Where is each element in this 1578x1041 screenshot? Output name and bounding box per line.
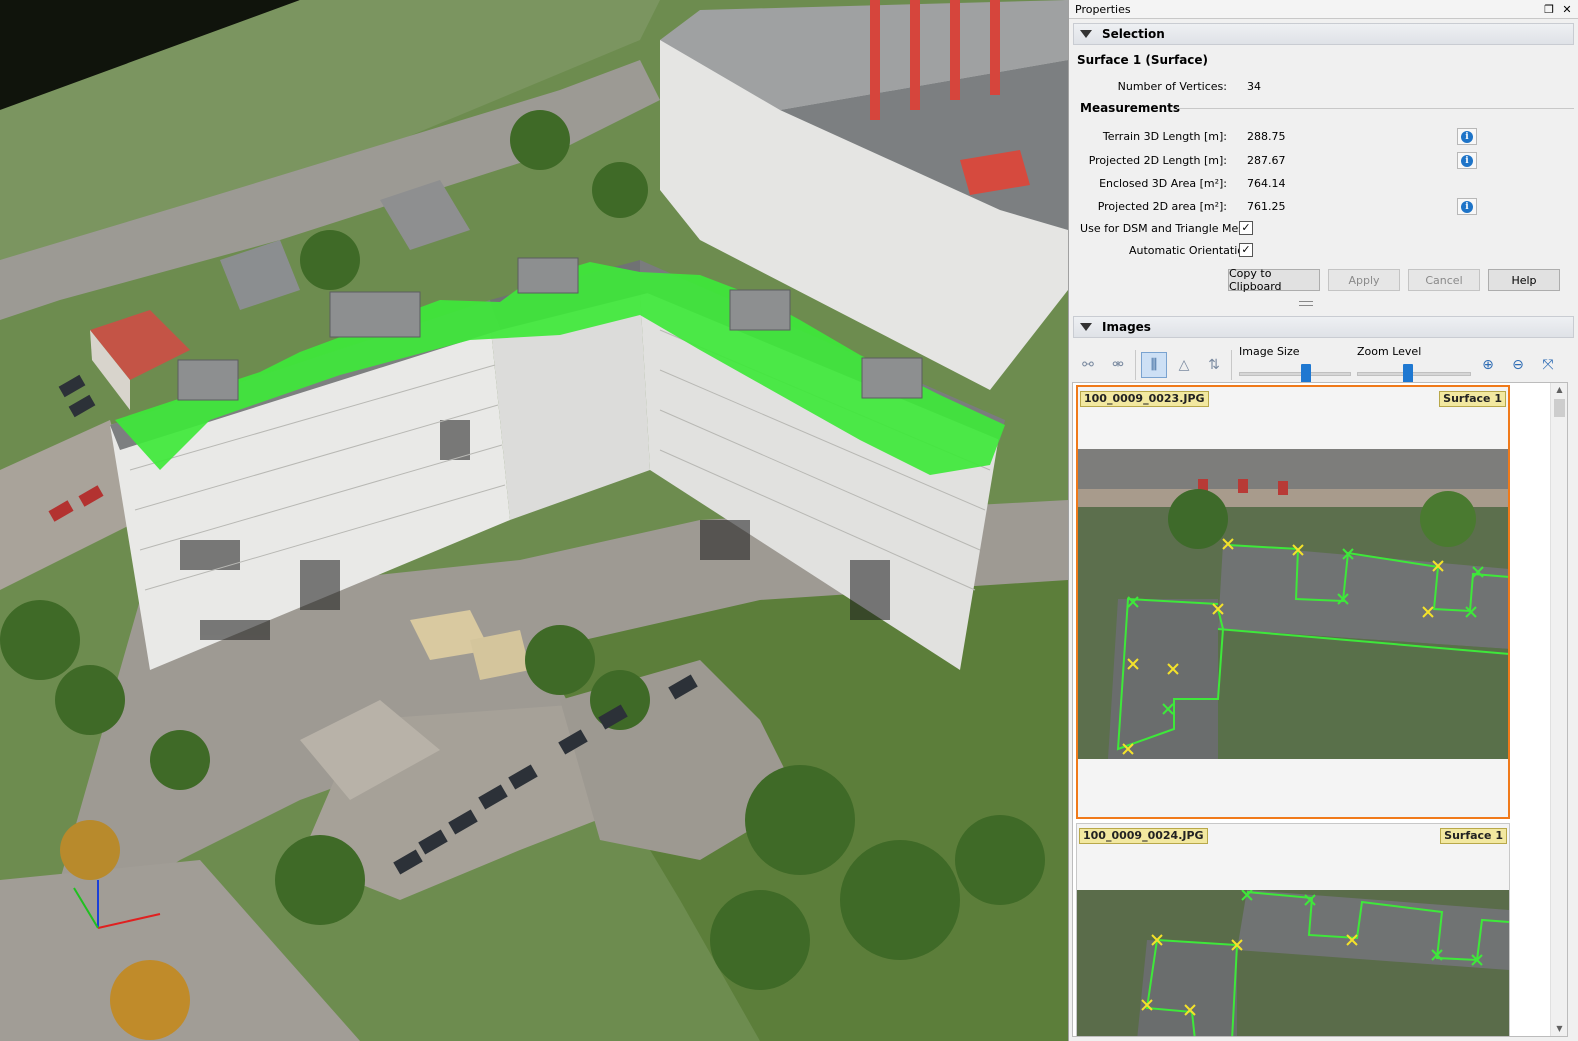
auto-orientation-checkbox[interactable]: ✓ [1239, 243, 1253, 257]
selection-section-header[interactable]: Selection [1073, 23, 1574, 45]
zoom-level-label: Zoom Level [1357, 345, 1422, 358]
info-button[interactable]: i [1457, 198, 1477, 215]
image-thumbnail-list[interactable]: 100_0009_0023.JPG Surface 1 100_0009_002… [1072, 382, 1568, 1037]
image-list-scrollbar[interactable]: ▲ ▼ [1550, 383, 1567, 1036]
aerial-image-thumbnail [1077, 890, 1509, 1036]
action-buttons: Copy to Clipboard Apply Cancel Help [1073, 267, 1561, 293]
image-size-slider[interactable] [1239, 372, 1351, 376]
sort-alpha-icon[interactable]: ⇅ [1201, 352, 1227, 378]
measurement-label: Projected 2D area [m²]: [1097, 200, 1227, 213]
projected-2d-area-row: Projected 2D area [m²]: 761.25 i [1073, 197, 1561, 217]
sort-columns-icon[interactable]: ⫼ [1141, 352, 1167, 378]
image-size-label: Image Size [1239, 345, 1300, 358]
info-icon: i [1461, 200, 1473, 213]
auto-orientation-label: Automatic Orientation [1128, 244, 1251, 257]
selection-header-label: Selection [1102, 27, 1165, 41]
toolbar-divider [1231, 350, 1232, 380]
help-button[interactable]: Help [1488, 269, 1560, 291]
info-icon: i [1461, 130, 1473, 143]
3d-point-cloud-viewport[interactable] [0, 0, 1068, 1041]
image-card-selected[interactable]: 100_0009_0023.JPG Surface 1 [1076, 385, 1510, 819]
use-dsm-label: Use for DSM and Triangle Mesh [1080, 222, 1251, 235]
measurement-value: 288.75 [1247, 130, 1286, 143]
image-filename-tag: 100_0009_0024.JPG [1079, 828, 1208, 844]
measurement-value: 287.67 [1247, 154, 1286, 167]
projected-2d-length-row: Projected 2D Length [m]: 287.67 i [1073, 151, 1561, 171]
measurement-label: Terrain 3D Length [m]: [1102, 130, 1227, 143]
panel-title: Properties [1075, 2, 1131, 16]
sort-triangle-icon[interactable]: △ [1171, 352, 1197, 378]
images-header-label: Images [1102, 320, 1151, 334]
selection-body: Surface 1 (Surface) Number of Vertices: … [1073, 45, 1574, 310]
point-cloud-scene [0, 0, 1068, 1041]
auto-orientation-row: Automatic Orientation ✓ [1073, 241, 1561, 261]
properties-titlebar: Properties ❐ ✕ [1069, 0, 1578, 19]
info-button[interactable]: i [1457, 152, 1477, 169]
image-card[interactable]: 100_0009_0024.JPG Surface 1 [1076, 823, 1510, 1036]
image-size-slider-handle[interactable] [1301, 364, 1312, 384]
restore-window-icon[interactable]: ❐ [1542, 2, 1556, 16]
object-title: Surface 1 (Surface) [1077, 53, 1209, 67]
apply-button[interactable]: Apply [1328, 269, 1400, 291]
measurement-value: 761.25 [1247, 200, 1286, 213]
zoom-level-slider[interactable] [1357, 372, 1471, 376]
scroll-up-arrow-icon[interactable]: ▲ [1551, 383, 1567, 397]
zoom-out-icon[interactable]: ⊖ [1505, 352, 1531, 378]
zoom-level-slider-handle[interactable] [1403, 364, 1414, 384]
close-icon[interactable]: ✕ [1560, 2, 1574, 16]
surface-tag: Surface 1 [1440, 828, 1507, 844]
toolbar-divider [1135, 350, 1136, 380]
measurements-header: Measurements [1080, 101, 1180, 115]
zoom-in-icon[interactable]: ⊕ [1475, 352, 1501, 378]
collapse-triangle-icon [1080, 323, 1092, 331]
aerial-image-thumbnail [1078, 449, 1508, 759]
fit-icon[interactable]: ⤧ [1535, 352, 1561, 378]
image-filename-tag: 100_0009_0023.JPG [1080, 391, 1209, 407]
info-icon: i [1461, 154, 1473, 167]
scrollbar-thumb[interactable] [1554, 399, 1565, 417]
measurement-label: Projected 2D Length [m]: [1088, 154, 1227, 167]
measurement-value: 764.14 [1247, 177, 1286, 190]
surface-tag: Surface 1 [1439, 391, 1506, 407]
measurement-label: Enclosed 3D Area [m²]: [1099, 177, 1227, 190]
link-icon[interactable]: ⚯ [1075, 352, 1101, 378]
info-button[interactable]: i [1457, 128, 1477, 145]
use-dsm-checkbox[interactable]: ✓ [1239, 221, 1253, 235]
use-dsm-row: Use for DSM and Triangle Mesh ✓ [1073, 219, 1561, 239]
section-splitter-handle[interactable] [1299, 301, 1313, 306]
scroll-down-arrow-icon[interactable]: ▼ [1551, 1022, 1567, 1036]
measurements-divider [1177, 108, 1574, 109]
terrain-3d-length-row: Terrain 3D Length [m]: 288.75 i [1073, 127, 1561, 147]
app-window: Properties ❐ ✕ Selection Surface 1 (Surf… [0, 0, 1578, 1041]
images-section-header[interactable]: Images [1073, 316, 1574, 338]
enclosed-3d-area-row: Enclosed 3D Area [m²]: 764.14 [1073, 174, 1561, 194]
vertices-row: Number of Vertices: 34 [1073, 77, 1561, 97]
cancel-button[interactable]: Cancel [1408, 269, 1480, 291]
vertices-value: 34 [1247, 80, 1261, 93]
unlink-icon[interactable]: ⚮ [1105, 352, 1131, 378]
copy-to-clipboard-button[interactable]: Copy to Clipboard [1228, 267, 1320, 293]
collapse-triangle-icon [1080, 30, 1092, 38]
vertices-label: Number of Vertices: [1117, 80, 1227, 93]
